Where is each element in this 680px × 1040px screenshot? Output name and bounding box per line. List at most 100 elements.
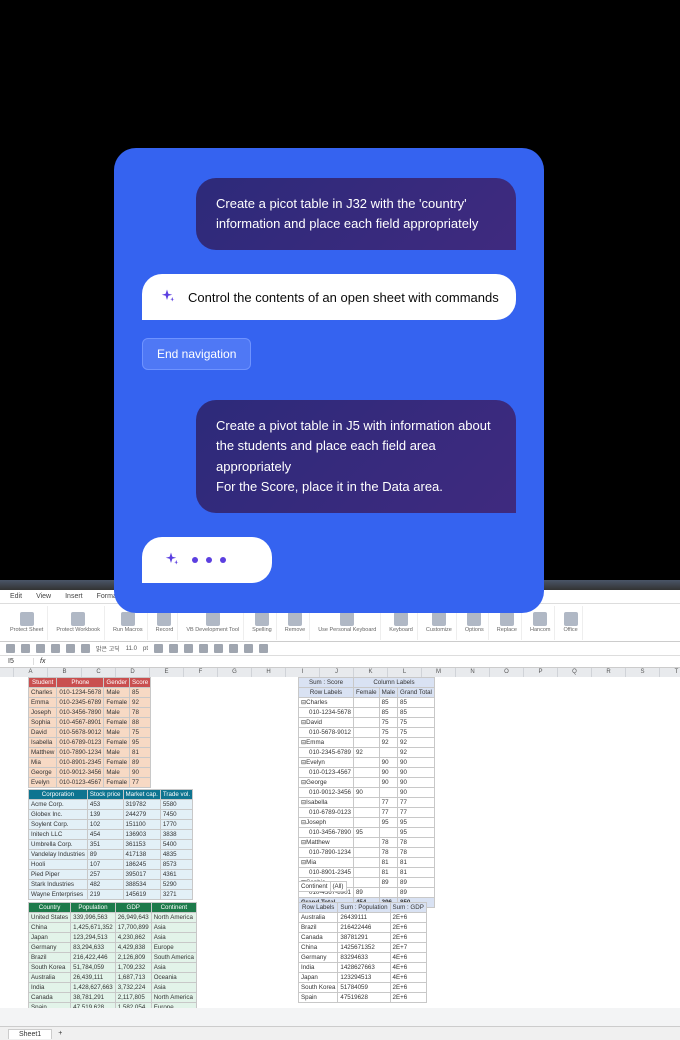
pivot-subrow[interactable]: 010-2345-67899292 <box>299 748 435 758</box>
print-icon[interactable] <box>51 644 60 653</box>
pivot-subrow[interactable]: 010-8901-23458181 <box>299 868 435 878</box>
ribbon-office[interactable]: Office <box>559 606 582 640</box>
underline-icon[interactable] <box>184 644 193 653</box>
table-header[interactable]: Market cap. <box>123 790 160 800</box>
fill-icon[interactable] <box>259 644 268 653</box>
redo-icon[interactable] <box>81 644 90 653</box>
table-row[interactable]: Mia010-8901-2345Female89 <box>29 758 151 768</box>
pivot-row[interactable]: ⊟Evelyn9090 <box>299 758 435 768</box>
table-header[interactable]: Phone <box>57 678 104 688</box>
pivot-subrow[interactable]: 010-6789-01237777 <box>299 808 435 818</box>
pivot-subrow[interactable]: 010-3456-78909595 <box>299 828 435 838</box>
col-header[interactable]: P <box>524 668 558 677</box>
italic-icon[interactable] <box>169 644 178 653</box>
pivot-row[interactable]: China14256713522E+7 <box>299 943 427 953</box>
fx-label[interactable]: fx <box>34 658 51 665</box>
col-header[interactable]: N <box>456 668 490 677</box>
col-header[interactable]: S <box>626 668 660 677</box>
table-row[interactable]: Matthew010-7890-1234Male81 <box>29 748 151 758</box>
table-row[interactable]: China1,425,671,35217,700,899Asia <box>29 923 197 933</box>
bold-icon[interactable] <box>154 644 163 653</box>
table-row[interactable]: Australia26,439,1111,687,713Oceania <box>29 973 197 983</box>
col-header[interactable]: H <box>252 668 286 677</box>
table-row[interactable]: India1,428,627,6633,732,224Asia <box>29 983 197 993</box>
col-header[interactable]: A <box>14 668 48 677</box>
end-navigation-button[interactable]: End navigation <box>142 338 251 370</box>
cell-reference[interactable]: I5 <box>4 658 34 665</box>
table-row[interactable]: Joseph010-3456-7890Male78 <box>29 708 151 718</box>
pivot-subrow[interactable]: 010-5678-90127575 <box>299 728 435 738</box>
table-row[interactable]: Wayne Enterprises2191456193271 <box>29 890 193 900</box>
col-header[interactable]: J <box>320 668 354 677</box>
table-header[interactable]: Gender <box>104 678 130 688</box>
table-row[interactable]: Vandelay Industries894171384835 <box>29 850 193 860</box>
col-header[interactable]: Q <box>558 668 592 677</box>
table-header[interactable]: Score <box>130 678 151 688</box>
pivot-row[interactable]: India14286276634E+6 <box>299 963 427 973</box>
table-row[interactable]: Brazil216,422,4462,126,809South America <box>29 953 197 963</box>
pivot-subrow[interactable]: 010-1234-56788585 <box>299 708 435 718</box>
col-header[interactable]: C <box>82 668 116 677</box>
pivot-row[interactable]: ⊟Mia8181 <box>299 858 435 868</box>
table-header[interactable]: Population <box>71 903 116 913</box>
border-icon[interactable] <box>244 644 253 653</box>
col-header[interactable]: I <box>286 668 320 677</box>
table-row[interactable]: Hooli1071862458573 <box>29 860 193 870</box>
pivot-row[interactable]: South Korea517840592E+6 <box>299 983 427 993</box>
table-header[interactable]: Continent <box>151 903 196 913</box>
ribbon-protect-workbook[interactable]: Protect Workbook <box>52 606 105 640</box>
table-row[interactable]: Umbrella Corp.3513611535400 <box>29 840 193 850</box>
col-header[interactable]: O <box>490 668 524 677</box>
ribbon-protect-sheet[interactable]: Protect Sheet <box>6 606 48 640</box>
table-row[interactable]: Japan123,294,5134,230,862Asia <box>29 933 197 943</box>
table-row[interactable]: Spain47,519,6281,582,054Europe <box>29 1003 197 1009</box>
table-row[interactable]: George010-9012-3456Male90 <box>29 768 151 778</box>
menu-view[interactable]: View <box>36 593 51 600</box>
table-row[interactable]: Emma010-2345-6789Female92 <box>29 698 151 708</box>
table-row[interactable]: Initech LLC4541369033838 <box>29 830 193 840</box>
pivot-subrow[interactable]: 010-7890-12347878 <box>299 848 435 858</box>
add-sheet-button[interactable]: + <box>58 1030 62 1037</box>
pivot-subrow[interactable]: 010-9012-34569090 <box>299 788 435 798</box>
grid-area[interactable]: ABCDEFGHIJKLMNOPQRSTU StudentPhoneGender… <box>0 668 680 1008</box>
pivot-row[interactable]: ⊟George9090 <box>299 778 435 788</box>
continent-filter[interactable]: Continent(All) <box>298 881 347 892</box>
menu-insert[interactable]: Insert <box>65 593 83 600</box>
table-header[interactable]: Corporation <box>29 790 88 800</box>
table-row[interactable]: Germany83,294,6334,429,838Europe <box>29 943 197 953</box>
table-row[interactable]: United States339,996,56326,949,643North … <box>29 913 197 923</box>
pivot-row[interactable]: Spain475196282E+6 <box>299 993 427 1003</box>
new-icon[interactable] <box>6 644 15 653</box>
pivot-row[interactable]: Japan1232945134E+6 <box>299 973 427 983</box>
align-center-icon[interactable] <box>214 644 223 653</box>
col-header[interactable]: L <box>388 668 422 677</box>
pivot-row[interactable]: Brazil2164224462E+6 <box>299 923 427 933</box>
pivot-row[interactable]: ⊟David7575 <box>299 718 435 728</box>
table-row[interactable]: Charles010-1234-5678Male85 <box>29 688 151 698</box>
sheet-tab-1[interactable]: Sheet1 <box>8 1029 52 1039</box>
table-row[interactable]: South Korea51,784,0591,709,232Asia <box>29 963 197 973</box>
table-header[interactable]: Country <box>29 903 71 913</box>
col-header[interactable]: E <box>150 668 184 677</box>
table-row[interactable]: David010-5678-9012Male75 <box>29 728 151 738</box>
col-header[interactable]: F <box>184 668 218 677</box>
pivot-row[interactable]: Australia264391112E+6 <box>299 913 427 923</box>
table-row[interactable]: Soylent Corp.1021511001770 <box>29 820 193 830</box>
pivot-row[interactable]: ⊟Charles8585 <box>299 698 435 708</box>
table-header[interactable]: GDP <box>115 903 151 913</box>
save-icon[interactable] <box>36 644 45 653</box>
font-size[interactable]: 11.0 <box>126 646 137 652</box>
table-row[interactable]: Isabella010-6789-0123Female95 <box>29 738 151 748</box>
pivot-row[interactable]: ⊟Isabella7777 <box>299 798 435 808</box>
undo-icon[interactable] <box>66 644 75 653</box>
table-row[interactable]: Stark Industries4823885345290 <box>29 880 193 890</box>
col-header[interactable]: G <box>218 668 252 677</box>
table-header[interactable]: Stock price <box>87 790 123 800</box>
col-header[interactable]: R <box>592 668 626 677</box>
menu-edit[interactable]: Edit <box>10 593 22 600</box>
table-header[interactable]: Student <box>29 678 57 688</box>
pivot-subrow[interactable]: 010-0123-45679090 <box>299 768 435 778</box>
pivot-row[interactable]: Germany832946334E+6 <box>299 953 427 963</box>
pivot-row[interactable]: ⊟Emma9292 <box>299 738 435 748</box>
align-right-icon[interactable] <box>229 644 238 653</box>
